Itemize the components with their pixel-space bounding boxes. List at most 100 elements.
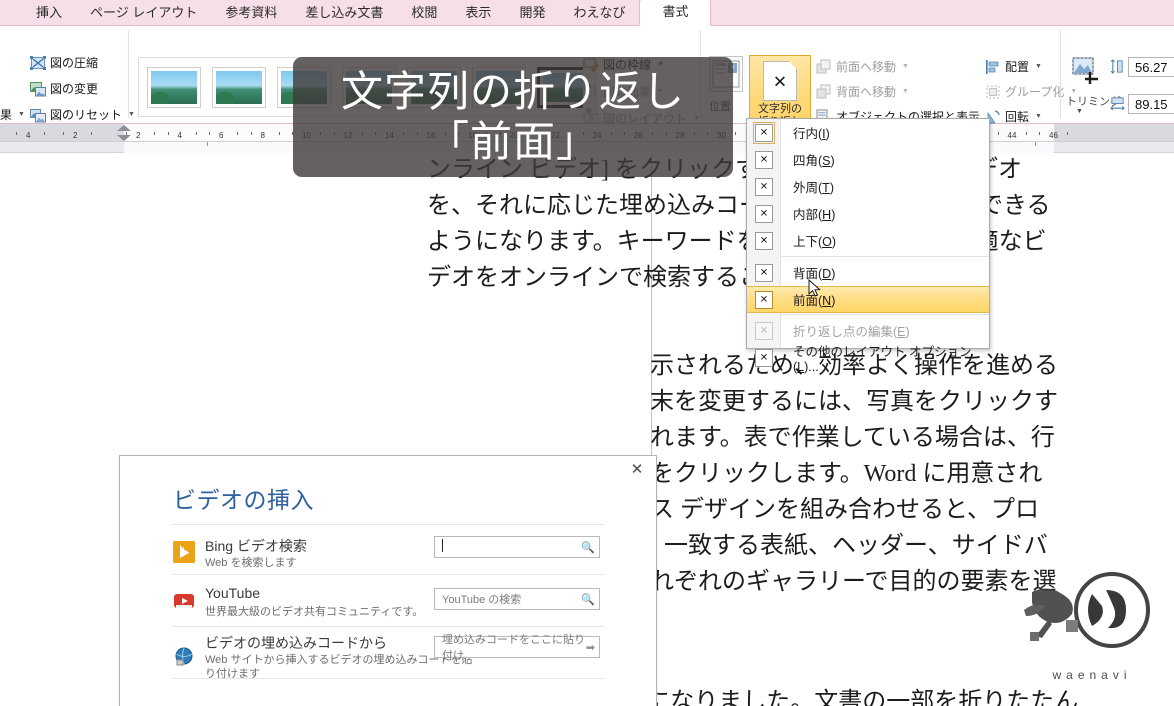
bing-search-input[interactable]: 🔍 xyxy=(434,536,600,558)
group-separator xyxy=(128,30,129,118)
wrap-menu-item-折り返し点の編集: 折り返し点の編集(E) xyxy=(747,317,989,344)
embed-code-input[interactable]: 埋め込みコードをここに貼り付け ➡ xyxy=(434,634,600,662)
compress-picture-icon xyxy=(30,55,46,70)
close-icon[interactable]: ✕ xyxy=(629,462,645,478)
picture-style-thumb[interactable] xyxy=(212,66,266,108)
tab-4[interactable]: 校閲 xyxy=(397,0,451,26)
ruler-minor-tick xyxy=(16,132,17,135)
align-button[interactable]: 配置 ▼ xyxy=(985,58,1042,75)
wrap-menu-item-四角[interactable]: 四角(S) xyxy=(747,146,989,173)
shape-height-field[interactable]: 56.27 xyxy=(1128,57,1174,77)
wrap-menu-item-前面[interactable]: 前面(N) xyxy=(747,286,989,313)
overlay-line1: 文字列の折り返し xyxy=(340,67,685,116)
wrap-menu-item-label: 上下(O) xyxy=(793,235,837,249)
wrap-menu-item-label: 四角(S) xyxy=(793,154,835,168)
wrap-menu-item-label: 行内(I) xyxy=(793,127,830,141)
youtube-title: YouTube xyxy=(205,585,261,601)
magnifier-icon[interactable]: 🔍 xyxy=(581,541,595,554)
wrap-menu-item-上下[interactable]: 上下(O) xyxy=(747,227,989,254)
ruler-tick: 4 xyxy=(177,131,182,140)
rotate-label: 回転 xyxy=(1005,110,1030,124)
wrap-text-label-line1: 文字列の xyxy=(758,103,802,115)
magnifier-icon[interactable]: 🔍 xyxy=(581,593,595,606)
tab-7[interactable]: わえなび xyxy=(559,0,639,26)
picture-style-thumb[interactable] xyxy=(147,66,201,108)
ruler-tick: 2 xyxy=(73,131,78,140)
tab-0[interactable]: 挿入 xyxy=(22,0,76,26)
shape-width-field[interactable]: 89.15 xyxy=(1128,94,1174,114)
insert-video-dialog[interactable]: ✕ ビデオの挿入 Bing ビデオ検索 Web を検索します 🔍 YouTube… xyxy=(119,455,657,706)
ruler-minor-tick xyxy=(1025,132,1027,135)
align-icon xyxy=(986,59,999,74)
tab-8[interactable]: 書式 xyxy=(639,0,712,26)
ruler-tick: 4 xyxy=(26,131,31,140)
rotate-button[interactable]: 回転 ▼ xyxy=(985,108,1042,125)
bring-forward-label: 前面へ移動 xyxy=(836,60,897,74)
reset-picture-icon xyxy=(30,108,46,122)
group-button[interactable]: グループ化 ▼ xyxy=(985,83,1077,100)
wrap-menu-item-label: その他のレイアウト オプション(L)... xyxy=(793,345,972,374)
ruler-tick: 2 xyxy=(136,131,141,140)
ruler-minor-tick xyxy=(735,132,736,135)
wrap-text-icon xyxy=(763,61,797,101)
menu-divider xyxy=(781,256,989,257)
ruler-minor-tick xyxy=(154,132,155,135)
compress-picture-button[interactable]: 図の圧縮 xyxy=(30,54,98,71)
compress-picture-label: 図の圧縮 xyxy=(50,56,99,70)
ruler-minor-tick xyxy=(209,132,210,135)
send-backward-button[interactable]: 背面へ移動 ▼ xyxy=(816,83,909,100)
wrap-menu-item-行内[interactable]: 行内(I) xyxy=(747,119,989,146)
document-canvas[interactable]: ンライン ビデオ] をクリックすると、追加したいビデオ を、それに応じた埋め込み… xyxy=(0,153,1174,706)
doc-line: 一致する表紙、ヘッダー、サイドバ xyxy=(664,533,1048,559)
wrap-front-icon xyxy=(755,290,773,309)
indent-markers[interactable] xyxy=(117,124,131,141)
dialog-divider xyxy=(173,678,605,679)
wrap-text-dropdown-menu[interactable]: 行内(I) 四角(S) 外周(T) 内部(H) 上下(O) 背面(D)前面(N) 折り返し点… xyxy=(746,118,990,374)
ruler-minor-tick xyxy=(1039,132,1040,135)
tab-6[interactable]: 開発 xyxy=(505,0,559,26)
youtube-search-input[interactable]: YouTube の検索 🔍 xyxy=(434,588,600,610)
wrap-behind-icon xyxy=(755,263,773,282)
tab-2[interactable]: 参考資料 xyxy=(211,0,291,26)
ruler-minor-tick xyxy=(250,132,252,135)
tab-1[interactable]: ページ レイアウト xyxy=(76,0,211,26)
ruler-tick: 46 xyxy=(1049,131,1058,140)
text-caret xyxy=(442,539,443,552)
wrap-menu-item-背面[interactable]: 背面(D) xyxy=(747,259,989,286)
chevron-down-icon[interactable]: ▼ xyxy=(1076,108,1083,115)
first-line-indent-icon[interactable] xyxy=(117,125,131,131)
wrap-topbottom-icon xyxy=(755,231,773,250)
shape-height-value: 56.27 xyxy=(1135,59,1168,75)
waenavi-watermark: waenavi xyxy=(1014,564,1164,684)
tab-5[interactable]: 表示 xyxy=(451,0,505,26)
crop-button[interactable] xyxy=(1070,56,1104,88)
change-picture-button[interactable]: 図の変更 xyxy=(30,80,98,97)
bring-forward-button[interactable]: 前面へ移動 ▼ xyxy=(816,58,909,75)
change-picture-icon xyxy=(30,81,46,96)
wrap-menu-item-内部[interactable]: 内部(H) xyxy=(747,200,989,227)
wrap-menu-item-その他のレイアウト オプション[interactable]: その他のレイアウト オプション(L)... xyxy=(747,344,989,374)
tab-stop-marker xyxy=(1035,142,1036,146)
tab-3[interactable]: 差し込み文書 xyxy=(291,0,397,26)
arrow-right-icon[interactable]: ➡ xyxy=(586,641,595,654)
ruler-minor-tick xyxy=(44,132,45,135)
ruler-minor-tick xyxy=(195,132,197,135)
wrap-through-icon xyxy=(755,204,773,223)
reset-picture-button[interactable]: 図のリセット ▼ xyxy=(30,106,135,123)
ruler-minor-tick xyxy=(91,132,92,135)
tabstrip-filler xyxy=(690,0,1174,25)
reset-picture-label: 図のリセット xyxy=(50,108,123,122)
wrap-menu-item-label: 内部(H) xyxy=(793,208,836,222)
doc-line: をクリックします。Word に用意され xyxy=(650,461,1043,487)
youtube-icon xyxy=(174,594,194,608)
crop-icon xyxy=(1072,57,1098,84)
chevron-down-icon: ▼ xyxy=(18,111,25,118)
dialog-divider xyxy=(173,524,605,525)
hanging-indent-icon[interactable] xyxy=(117,135,131,141)
shape-width-value: 89.15 xyxy=(1135,96,1168,112)
wrap-menu-item-外周[interactable]: 外周(T) xyxy=(747,173,989,200)
picture-effects-button[interactable]: 果 ▼ xyxy=(0,106,25,123)
align-label: 配置 xyxy=(1005,60,1030,74)
chevron-down-icon: ▼ xyxy=(1035,63,1042,70)
ruler-tick: 44 xyxy=(1007,131,1017,140)
